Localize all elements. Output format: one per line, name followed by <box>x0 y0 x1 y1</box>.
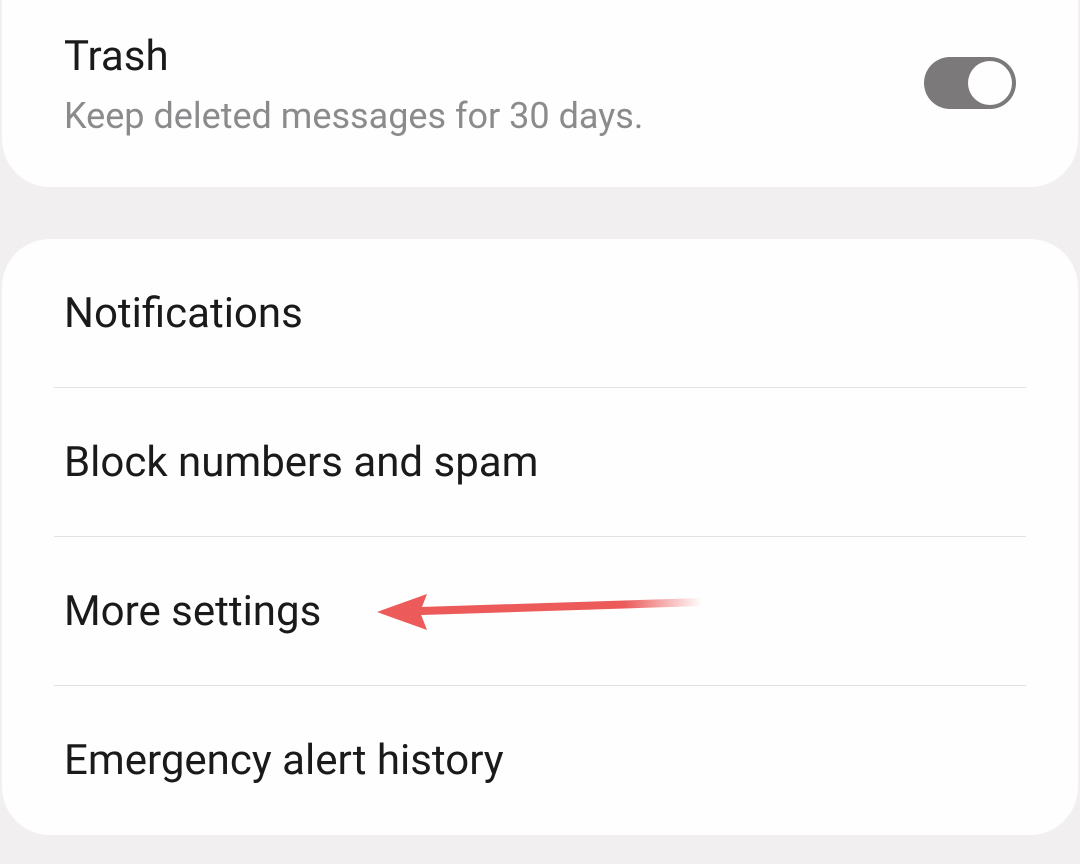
trash-text-block: Trash Keep deleted messages for 30 days. <box>64 30 643 137</box>
list-item-block-numbers[interactable]: Block numbers and spam <box>2 388 1078 537</box>
trash-subtitle: Keep deleted messages for 30 days. <box>64 95 643 137</box>
trash-title: Trash <box>64 30 643 85</box>
item-label: Block numbers and spam <box>64 438 1016 487</box>
trash-toggle[interactable] <box>924 57 1016 109</box>
settings-list-card: Notifications Block numbers and spam Mor… <box>2 239 1078 835</box>
item-label: Emergency alert history <box>64 736 1016 785</box>
list-item-more-settings[interactable]: More settings <box>2 537 1078 686</box>
list-item-emergency-alert[interactable]: Emergency alert history <box>2 686 1078 835</box>
item-label: Notifications <box>64 289 1016 338</box>
item-label: More settings <box>64 587 1016 636</box>
toggle-knob <box>968 61 1012 105</box>
trash-setting-card: Trash Keep deleted messages for 30 days. <box>2 0 1078 187</box>
list-item-notifications[interactable]: Notifications <box>2 239 1078 388</box>
